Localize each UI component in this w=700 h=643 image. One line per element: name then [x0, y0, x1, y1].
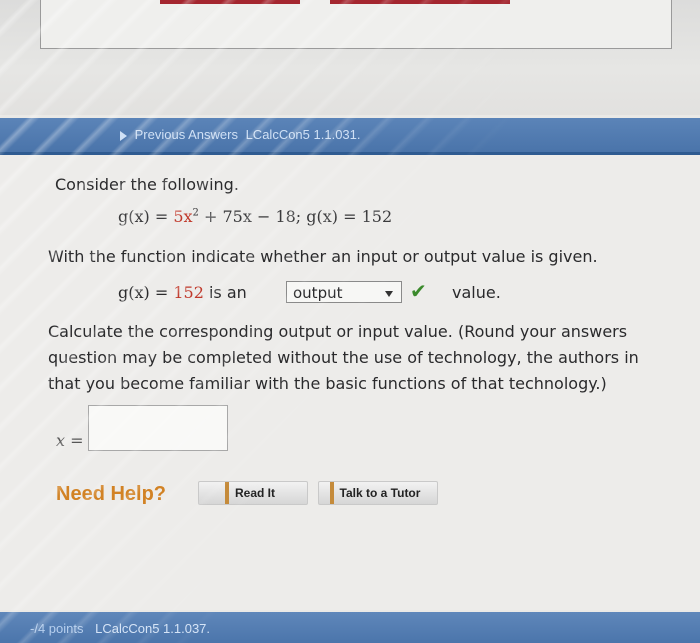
read-it-label: Read It — [224, 482, 281, 504]
select-value: output — [293, 284, 343, 302]
given-value: 152 — [173, 283, 204, 302]
previous-question-area — [0, 0, 700, 115]
previous-answers-link[interactable]: Previous Answers — [135, 127, 238, 142]
x-label: x = — [56, 431, 84, 450]
read-it-button[interactable]: Read It — [198, 481, 308, 505]
equation-term: 5x — [173, 207, 193, 226]
need-help-label: Need Help? — [56, 483, 167, 505]
check-icon: ✔ — [410, 279, 427, 303]
calculate-line: Calculate the corresponding output or in… — [48, 322, 628, 341]
given-lhs: g(x) = — [118, 283, 174, 302]
equation-condition: g(x) = 152 — [301, 207, 393, 226]
next-problem-id: LCalcCon5 1.1.037. — [95, 621, 211, 636]
next-question-header-bar: -/4 points LCalcCon5 1.1.037. — [0, 612, 700, 643]
question-prompt: Consider the following. — [55, 175, 239, 194]
triangle-right-icon — [120, 130, 127, 141]
next-question-header-text: -/4 points LCalcCon5 1.1.037. — [30, 621, 210, 636]
answer-input[interactable] — [88, 405, 228, 451]
points-label: -/4 points — [30, 621, 84, 636]
chevron-down-icon — [385, 291, 393, 297]
previous-answer-red-mark — [330, 0, 510, 4]
function-name: g(x) = — [118, 207, 174, 226]
question-header-bar: Previous Answers LCalcCon5 1.1.031. — [0, 118, 700, 155]
talk-to-tutor-button[interactable]: Talk to a Tutor — [318, 481, 438, 505]
previous-answer-red-mark — [160, 0, 300, 4]
question-header-text: Previous Answers LCalcCon5 1.1.031. — [120, 127, 365, 142]
instruction-text: With the function indicate whether an in… — [48, 247, 598, 266]
given-statement: g(x) = 152 is an — [118, 283, 247, 302]
calculate-instruction: Calculate the corresponding output or in… — [48, 319, 700, 397]
given-mid: is an — [203, 283, 247, 302]
value-label: value. — [452, 283, 501, 302]
calculate-line: that you become familiar with the basic … — [48, 374, 607, 393]
previous-answer-panel — [40, 0, 672, 49]
equation-rest: + 75x − 18; — [198, 207, 302, 226]
problem-id: LCalcCon5 1.1.031. — [245, 127, 361, 142]
input-output-select[interactable]: output — [286, 281, 402, 303]
calculate-line: question may be completed without the us… — [48, 348, 639, 367]
equation: g(x) = 5x2 + 75x − 18; g(x) = 152 — [118, 207, 392, 226]
talk-to-tutor-label: Talk to a Tutor — [329, 482, 427, 504]
question-content: Consider the following. g(x) = 5x2 + 75x… — [0, 155, 700, 610]
